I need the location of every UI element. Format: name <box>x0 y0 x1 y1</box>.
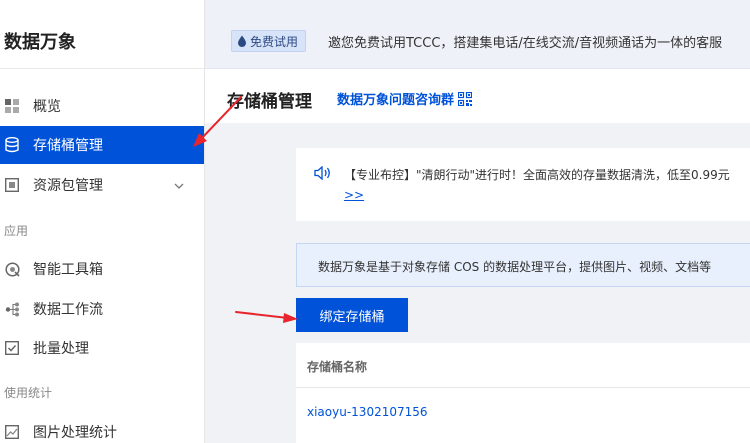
consult-group-link[interactable]: 数据万象问题咨询群 <box>337 89 473 108</box>
trial-tag[interactable]: 免费试用 <box>231 30 307 52</box>
chevron-down-icon <box>174 178 184 194</box>
bucket-name-link[interactable]: xiaoyu-1302107156 <box>307 405 428 419</box>
sidebar-item-label: 数据工作流 <box>33 302 103 318</box>
page-header: 存储桶管理 数据万象问题咨询群 <box>205 69 750 123</box>
batch-icon <box>4 340 20 356</box>
sidebar-item-label: 存储桶管理 <box>33 138 103 154</box>
database-icon <box>4 137 20 153</box>
banner-text[interactable]: 邀您免费试用TCCC，搭建集电话/在线交流/音视频通话为一体的客服 <box>328 32 722 51</box>
promo-banner: 免费试用 邀您免费试用TCCC，搭建集电话/在线交流/音视频通话为一体的客服 <box>205 0 750 69</box>
sidebar-item-image-stats[interactable]: 图片处理统计 <box>0 413 204 443</box>
grid-icon <box>4 98 20 114</box>
notice-text: 【专业布控】"清朗行动"进行时！全面高效的存量数据清洗，低至0.99元 <box>344 168 730 182</box>
trial-tag-label: 免费试用 <box>250 34 299 49</box>
image-stats-icon <box>4 424 20 440</box>
table-row: xiaoyu-1302107156 <box>296 389 750 437</box>
info-box: 数据万象是基于对象存储 COS 的数据处理平台，提供图片、视频、文档等 <box>296 243 750 287</box>
package-icon <box>4 177 20 193</box>
section-label-app: 应用 <box>4 224 29 238</box>
sidebar-item-label: 智能工具箱 <box>33 262 103 278</box>
sidebar-item-label: 批量处理 <box>33 341 89 357</box>
table-header: 存储桶名称 <box>296 343 750 388</box>
arrow-to-bind-button <box>235 311 298 323</box>
sidebar-item-label: 资源包管理 <box>33 178 103 194</box>
sidebar-item-batch[interactable]: 批量处理 <box>0 329 204 367</box>
sidebar: 数据万象 概览 存储桶管理 资源包管理 应用 智能工具箱 数据工作流 批量处理 … <box>0 0 205 443</box>
info-text: 数据万象是基于对象存储 COS 的数据处理平台，提供图片、视频、文档等 <box>318 260 712 274</box>
notice-more-link[interactable]: >> <box>344 188 364 202</box>
column-header-bucket-name: 存储桶名称 <box>307 360 368 374</box>
product-title: 数据万象 <box>4 32 76 53</box>
bind-bucket-button[interactable]: 绑定存储桶 <box>296 298 408 332</box>
workflow-icon <box>4 301 20 317</box>
page-title: 存储桶管理 <box>227 92 312 112</box>
sidebar-item-label: 概览 <box>33 99 61 115</box>
sidebar-divider <box>0 68 205 69</box>
toolbox-icon <box>4 261 20 277</box>
sidebar-item-overview[interactable]: 概览 <box>0 87 204 125</box>
drop-icon <box>238 35 246 47</box>
notice-card: 【专业布控】"清朗行动"进行时！全面高效的存量数据清洗，低至0.99元 >> <box>296 148 750 221</box>
qr-code-icon <box>458 91 473 106</box>
sidebar-item-workflow[interactable]: 数据工作流 <box>0 290 204 328</box>
speaker-icon <box>314 166 330 180</box>
sidebar-item-label: 图片处理统计 <box>33 425 117 441</box>
sidebar-item-bucket-management[interactable]: 存储桶管理 <box>0 126 204 164</box>
bucket-table: 存储桶名称 xiaoyu-1302107156 <box>296 343 750 443</box>
sidebar-item-package-management[interactable]: 资源包管理 <box>0 166 204 204</box>
sidebar-item-toolbox[interactable]: 智能工具箱 <box>0 250 204 288</box>
consult-group-label: 数据万象问题咨询群 <box>337 93 455 108</box>
section-label-stats: 使用统计 <box>4 386 53 400</box>
